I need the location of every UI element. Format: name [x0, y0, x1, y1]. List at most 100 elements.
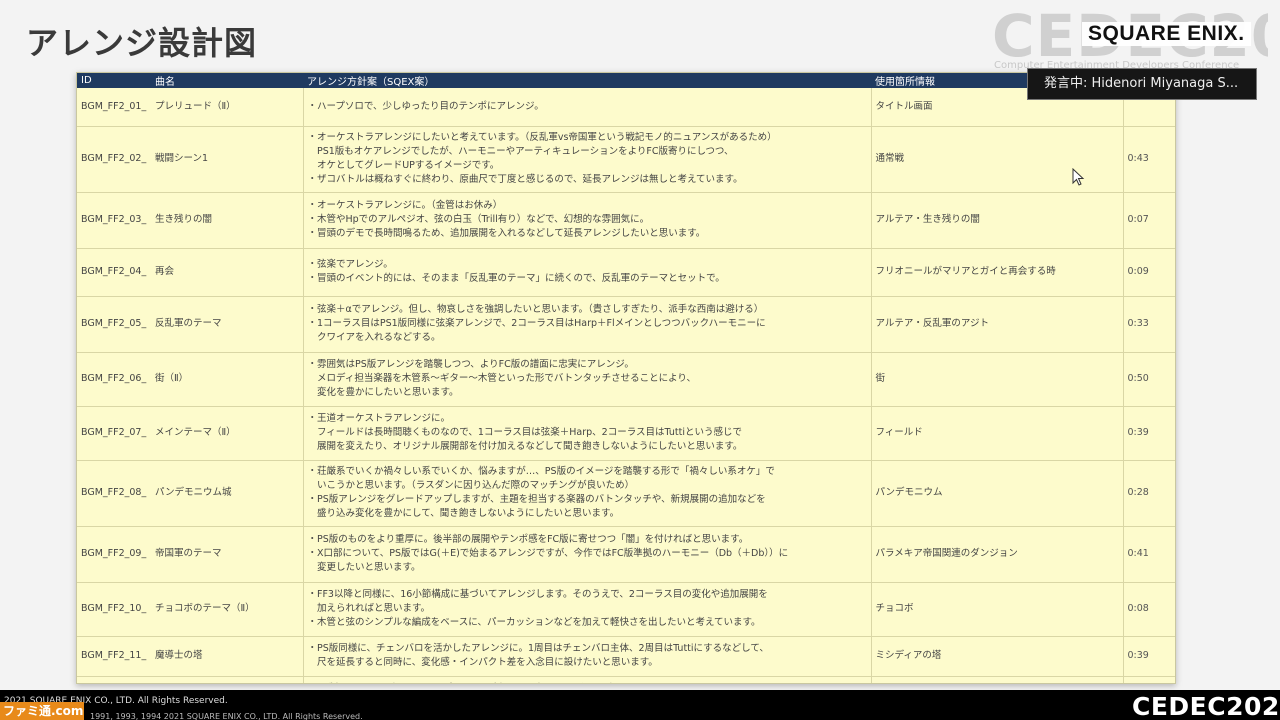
copyright-line-2: 1991, 1993, 1994 2021 SQUARE ENIX CO., L…	[90, 712, 363, 720]
cell-title: 生き残りの闇	[151, 192, 303, 249]
cell-title: 魔導士の塔	[151, 636, 303, 677]
cell-location: チョコボ	[870, 582, 1123, 637]
policy-line: ・弦楽＋αでアレンジ。但し、物哀しさを強調したいと思います。（貴さしすぎたり、派…	[307, 304, 764, 315]
cell-location: フリオニールがマリアとガイと再会する時	[870, 248, 1123, 297]
cell-time: 0:09	[1122, 248, 1175, 297]
cell-location: ミシディアの塔	[870, 636, 1123, 677]
cell-location: アルテア・生き残りの闇	[870, 192, 1123, 249]
cell-id: BGM_FF2_12_	[77, 676, 151, 683]
table-row: BGM_FF2_02_ 戦闘シーン1 ・オーケストラアレンジにしたいと考えています。…	[77, 126, 1175, 193]
policy-line: ・冒頭のイベント的には、そのまま「反乱軍のテーマ」に続くので、反乱軍のテーマとセ…	[307, 273, 725, 284]
header-id: ID	[77, 73, 151, 88]
policy-line: 変化を豊かにしたいと思います。	[307, 387, 459, 398]
policy-line: ・FF3以降と同様に、16小節構成に基づいてアレンジします。そのうえで、2コーラ…	[307, 589, 768, 600]
cell-time: 0:33	[1122, 296, 1175, 353]
policy-line: ・雰囲気はPS版アレンジを踏襲しつつ、よりFC版の譜面に忠実にアレンジ。	[307, 359, 634, 370]
policy-line: ・PS版同様に、チェンバロを活かしたアレンジに。1周目はチェンバロ主体、2周目は…	[307, 643, 769, 654]
arrangement-document: ID 曲名 アレンジ方針案（SQEX案） 使用箇所情報 BGM_FF2_01_ プ…	[76, 72, 1176, 684]
cell-policy: ・PS版のものをより重厚に。後半部の展開やテンポ感をFC版に寄せつつ「闇」を付け…	[302, 526, 871, 583]
policy-line: PS1版もオケアレンジでしたが、ハーモニーやアーティキュレーションをよりFC版寄…	[307, 146, 734, 157]
cell-id: BGM_FF2_02_	[77, 126, 151, 193]
arrangement-table: ID 曲名 アレンジ方針案（SQEX案） 使用箇所情報 BGM_FF2_01_ プ…	[77, 73, 1175, 683]
header-title: 曲名	[151, 73, 303, 88]
policy-line: クワイアを入れるなどする。	[307, 332, 441, 343]
table-row: BGM_FF2_07_ メインテーマ（Ⅱ） ・王道オーケストラアレンジに。 フィール…	[77, 406, 1175, 461]
cell-location: フィールド	[870, 406, 1123, 461]
cell-id: BGM_FF2_03_	[77, 192, 151, 249]
cell-time: 0:50	[1122, 352, 1175, 407]
policy-line: 加えられればと思います。	[307, 603, 431, 614]
cell-policy: ・ハープソロで、少しゆったり目のテンポにアレンジ。	[302, 88, 871, 127]
policy-line: ・ザコバトルは概ねすぐに終わり、原曲尺で丁度と感じるので、延長アレンジは無しと考…	[307, 174, 743, 185]
cell-policy: ・弦楽＋αでアレンジ。但し、物哀しさを強調したいと思います。（貴さしすぎたり、派…	[302, 296, 871, 353]
cell-policy: ・PS版アレンジをグレードアップしつつ、追加展開を加えるなどして延長しようと思い…	[302, 676, 871, 683]
policy-line: ・オーケストラアレンジにしたいと考えています。（反乱軍vs帝国軍という戦記モノ的…	[307, 132, 777, 143]
policy-line: ・ハープソロで、少しゆったり目のテンポにアレンジ。	[307, 100, 544, 112]
cell-id: BGM_FF2_06_	[77, 352, 151, 407]
policy-line: 変更したいと思います。	[307, 562, 421, 573]
policy-line: フィールドは長時間聴くものなので、1コーラス目は弦楽＋Harp、2コーラス目はT…	[307, 427, 743, 438]
table-row: BGM_FF2_01_ プレリュード（Ⅱ） ・ハープソロで、少しゆったり目のテンポに…	[77, 88, 1175, 127]
cell-policy: ・雰囲気はPS版アレンジを踏襲しつつ、よりFC版の譜面に忠実にアレンジ。 メロデ…	[302, 352, 871, 407]
cell-id: BGM_FF2_11_	[77, 636, 151, 677]
cell-id: BGM_FF2_04_	[77, 248, 151, 297]
cell-title: 脱出！	[151, 676, 303, 683]
cell-time: 0:06	[1122, 676, 1175, 683]
cell-title: 街（Ⅱ）	[151, 352, 303, 407]
policy-line: ・冒頭のデモで長時間鳴るため、追加展開を入れるなどして延長アレンジしたいと思いま…	[307, 228, 706, 239]
cell-title: プレリュード（Ⅱ）	[151, 88, 303, 127]
policy-line: 尺を延長すると同時に、変化感・インパクト差を入念目に設けたいと思います。	[307, 657, 658, 668]
cell-time: 0:41	[1122, 526, 1175, 583]
cell-id: BGM_FF2_10_	[77, 582, 151, 637]
policy-line: ・王道オーケストラアレンジに。	[307, 413, 451, 424]
policy-line: ・X口部について、PS版ではG(＋E)で始まるアレンジですが、今作ではFC版準拠…	[307, 548, 789, 559]
policy-line: ・PS版アレンジをグレードアップしますが、主題を担当する楽器のバトンタッチや、新…	[307, 494, 766, 505]
policy-line: ・木管と弦のシンプルな編成をベースに、パーカッションなどを加えて軽快さを出したい…	[307, 617, 761, 628]
policy-line: ・木管やHpでのアルペジオ、弦の白玉（Trill有り）などで、幻想的な雰囲気に。	[307, 214, 650, 225]
cell-title: メインテーマ（Ⅱ）	[151, 406, 303, 461]
cell-title: チョコボのテーマ（Ⅱ）	[151, 582, 303, 637]
policy-line: ・オーケストラアレンジに。（金管はお休み）	[307, 200, 503, 211]
cell-policy: ・オーケストラアレンジに。（金管はお休み） ・木管やHpでのアルペジオ、弦の白玉（…	[302, 192, 871, 249]
cell-id: BGM_FF2_07_	[77, 406, 151, 461]
cell-time: 0:08	[1122, 582, 1175, 637]
cell-time: 0:39	[1122, 636, 1175, 677]
policy-line: ・PS版アレンジをグレードアップしつつ、追加展開を加えるなどして延長しようと思い…	[308, 682, 867, 683]
cell-policy: ・荘厳系でいくか禍々しい系でいくか、悩みますが…、PS版のイメージを踏襲する形で…	[302, 460, 871, 527]
table-row: BGM_FF2_08_ パンデモニウム城 ・荘厳系でいくか禍々しい系でいくか、悩みま…	[77, 460, 1175, 527]
speaker-indicator: 発言中: Hidenori Miyanaga S...	[1027, 68, 1257, 100]
cell-time: 0:28	[1122, 460, 1175, 527]
cell-id: BGM_FF2_08_	[77, 460, 151, 527]
table-row: BGM_FF2_04_ 再会 ・弦楽でアレンジ。 ・冒頭のイベント的には、そのまま「反…	[77, 248, 1175, 297]
footer-bar: 2021 SQUARE ENIX CO., LTD. All Rights Re…	[0, 690, 1280, 720]
cell-policy: ・PS版同様に、チェンバロを活かしたアレンジに。1周目はチェンバロ主体、2周目は…	[302, 636, 871, 677]
cell-id: BGM_FF2_09_	[77, 526, 151, 583]
cell-title: 帝国軍のテーマ	[151, 526, 303, 583]
cell-location: 街	[870, 352, 1123, 407]
header-policy: アレンジ方針案（SQEX案）	[303, 73, 871, 88]
cell-id: BGM_FF2_05_	[77, 296, 151, 353]
table-row: BGM_FF2_12_脱出！ ・PS版アレンジをグレードアップしつつ、追加展開を加…	[77, 676, 1175, 683]
table-row: BGM_FF2_10_ チョコボのテーマ（Ⅱ） ・FF3以降と同様に、16小節構成に…	[77, 582, 1175, 637]
table-row: BGM_FF2_06_ 街（Ⅱ） ・雰囲気はPS版アレンジを踏襲しつつ、よりFC版の…	[77, 352, 1175, 407]
cell-policy: ・弦楽でアレンジ。・冒頭のイベント的には、そのまま「反乱軍のテーマ」に続くので、…	[302, 248, 871, 297]
policy-line: いこうかと思います。（ラスダンに因り込んだ際のマッチングが良いため）	[307, 480, 635, 491]
cell-time: 0:43	[1122, 126, 1175, 193]
cell-policy: ・FF3以降と同様に、16小節構成に基づいてアレンジします。そのうえで、2コーラ…	[302, 582, 871, 637]
policy-line: ・PS版のものをより重厚に。後半部の展開やテンポ感をFC版に寄せつつ「闇」を付け…	[307, 534, 749, 545]
cell-policy: ・王道オーケストラアレンジに。 フィールドは長時間聴くものなので、1コーラス目は…	[302, 406, 871, 461]
cell-id: BGM_FF2_01_	[77, 88, 151, 127]
cell-location: パンデモニウム	[870, 460, 1123, 527]
cell-title: 反乱軍のテーマ	[151, 296, 303, 353]
cell-time: 0:39	[1122, 406, 1175, 461]
table-row: BGM_FF2_03_ 生き残りの闇 ・オーケストラアレンジに。（金管はお休み） ・木…	[77, 192, 1175, 249]
famitsu-watermark: ファミ通.com	[0, 702, 84, 720]
cell-policy: ・オーケストラアレンジにしたいと考えています。（反乱軍vs帝国軍という戦記モノ的…	[302, 126, 871, 193]
table-row: BGM_FF2_11_ 魔導士の塔 ・PS版同様に、チェンバロを活かしたアレンジに。…	[77, 636, 1175, 677]
policy-line: ・弦楽でアレンジ。	[307, 259, 393, 270]
square-enix-logo: SQUARE ENIX.	[1082, 22, 1251, 46]
cell-title: パンデモニウム城	[151, 460, 303, 527]
cell-location: パラメキア帝国関連のダンジョン	[870, 526, 1123, 583]
policy-line: ・1コーラス目はPS1版同様に弦楽アレンジで、2コーラス目はHarp＋Flメイン…	[307, 318, 766, 329]
policy-line: 盛り込み変化を豊かにして、聞き飽きしないようにしたいと思います。	[307, 508, 620, 519]
